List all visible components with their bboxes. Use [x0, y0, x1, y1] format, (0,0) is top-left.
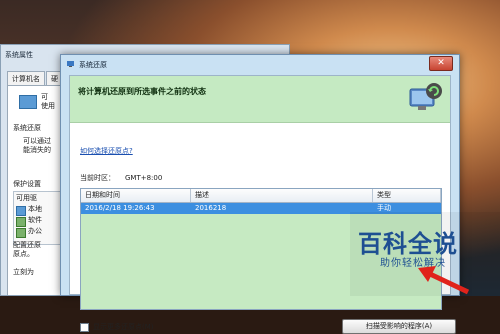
- show-more-label: 显示更多还原点(M): [93, 323, 154, 331]
- timezone-info: 当前时区： GMT+8:00: [80, 173, 172, 183]
- protect-list: 可用驱 本地 软件 办公: [13, 191, 63, 245]
- column-date-time[interactable]: 日期和时间: [81, 189, 191, 202]
- sp-text-use: 使用: [41, 102, 55, 110]
- sp-drive-soft[interactable]: 软件: [28, 216, 42, 225]
- dialog-title: 系统还原: [67, 57, 107, 73]
- sp-drive-local[interactable]: 本地: [28, 205, 42, 214]
- dialog-header-text: 将计算机还原到所选事件之前的状态: [78, 87, 206, 96]
- timezone-label: 当前时区：: [80, 174, 115, 182]
- close-button[interactable]: ✕: [429, 56, 453, 71]
- system-restore-icon: [67, 61, 74, 67]
- restore-computer-icon: [409, 83, 442, 110]
- sp-create-now: 立刻为: [13, 268, 34, 276]
- drive-icon: [16, 206, 26, 216]
- system-properties-panel: [7, 85, 68, 295]
- sp-avail: 可用驱: [16, 194, 37, 202]
- how-to-choose-restore-point-link[interactable]: 如何选择还原点?: [80, 146, 133, 156]
- row-date-time: 2016/2/18 19:26:43: [85, 204, 155, 212]
- sp-section-restore: 系统还原: [13, 124, 41, 132]
- sp-config-1: 配置还原: [13, 241, 41, 249]
- timezone-value: GMT+8:00: [125, 174, 163, 182]
- show-more-restore-points[interactable]: 显示更多还原点(M): [80, 322, 154, 332]
- column-type[interactable]: 类型: [373, 189, 441, 202]
- sp-restore-desc-1: 可以通过: [23, 137, 51, 145]
- row-description: 2016218: [195, 204, 227, 212]
- sp-section-protect: 保护设置: [13, 180, 41, 188]
- sp-config-2: 原点。: [13, 250, 34, 258]
- column-description[interactable]: 描述: [191, 189, 373, 202]
- dialog-header: 将计算机还原到所选事件之前的状态: [70, 76, 450, 123]
- close-icon: ✕: [437, 58, 445, 68]
- show-more-checkbox[interactable]: [80, 322, 89, 332]
- red-arrow-icon: [418, 266, 470, 295]
- computer-icon: [19, 95, 37, 109]
- sp-restore-desc-2: 能消失的: [23, 146, 51, 154]
- scan-affected-programs-button[interactable]: 扫描受影响的程序(A): [342, 319, 456, 334]
- drive-icon: [16, 217, 26, 227]
- table-header: 日期和时间 描述 类型: [81, 189, 441, 203]
- dialog-title-text: 系统还原: [79, 61, 107, 69]
- sp-text-can-use: 可: [41, 93, 48, 101]
- sp-drive-office[interactable]: 办公: [28, 227, 42, 236]
- system-properties-tabs: 计算机名 硬: [7, 71, 64, 85]
- tab-computer-name[interactable]: 计算机名: [7, 71, 45, 85]
- drive-icon: [16, 228, 26, 238]
